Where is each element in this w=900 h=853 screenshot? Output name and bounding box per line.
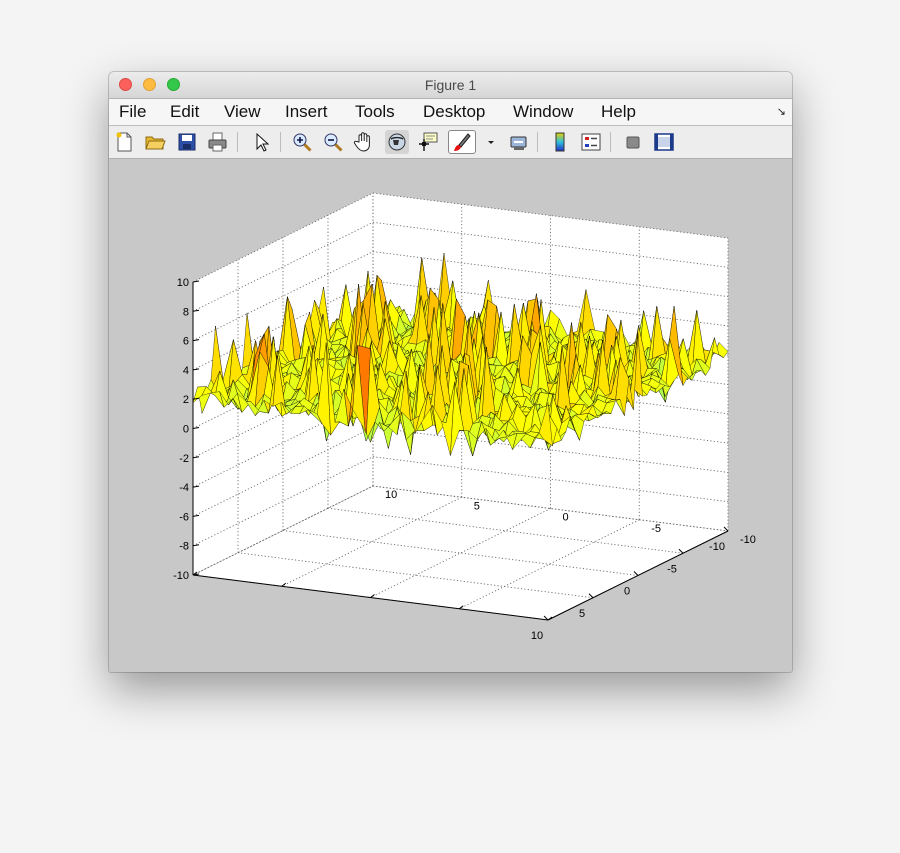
z-tick-label: 4: [183, 365, 189, 377]
z-tick-label: -4: [179, 482, 189, 494]
y-tick-label: -5: [651, 523, 661, 535]
x-tick-label: -10: [709, 541, 725, 553]
y-tick-label: 0: [563, 512, 569, 524]
z-tick-label: -10: [173, 570, 189, 582]
z-tick-label: -6: [179, 511, 189, 523]
z-tick-label: -2: [179, 453, 189, 465]
x-tick-label: 5: [579, 608, 585, 620]
figure-window: Figure 1 File Edit View Insert Tools Des…: [109, 72, 792, 672]
x-tick-label: 0: [624, 586, 630, 598]
y-tick-label: -10: [740, 534, 756, 546]
z-tick-label: 10: [177, 277, 189, 289]
x-tick-label: 10: [531, 630, 543, 642]
x-tick-label: -5: [667, 563, 677, 575]
z-tick-label: -8: [179, 541, 189, 553]
z-tick-label: 8: [183, 306, 189, 318]
surface-plot-axes[interactable]: -10 -8 -6 -4 -2 0 2 4 6 8 10 10 5 0 -5 -10 -10 -5 0 5 10: [109, 72, 792, 672]
y-tick-label: 10: [385, 489, 397, 501]
y-tick-label: 5: [474, 500, 480, 512]
z-tick-label: 2: [183, 394, 189, 406]
z-tick-label: 6: [183, 336, 189, 348]
z-tick-label: 0: [183, 424, 189, 436]
